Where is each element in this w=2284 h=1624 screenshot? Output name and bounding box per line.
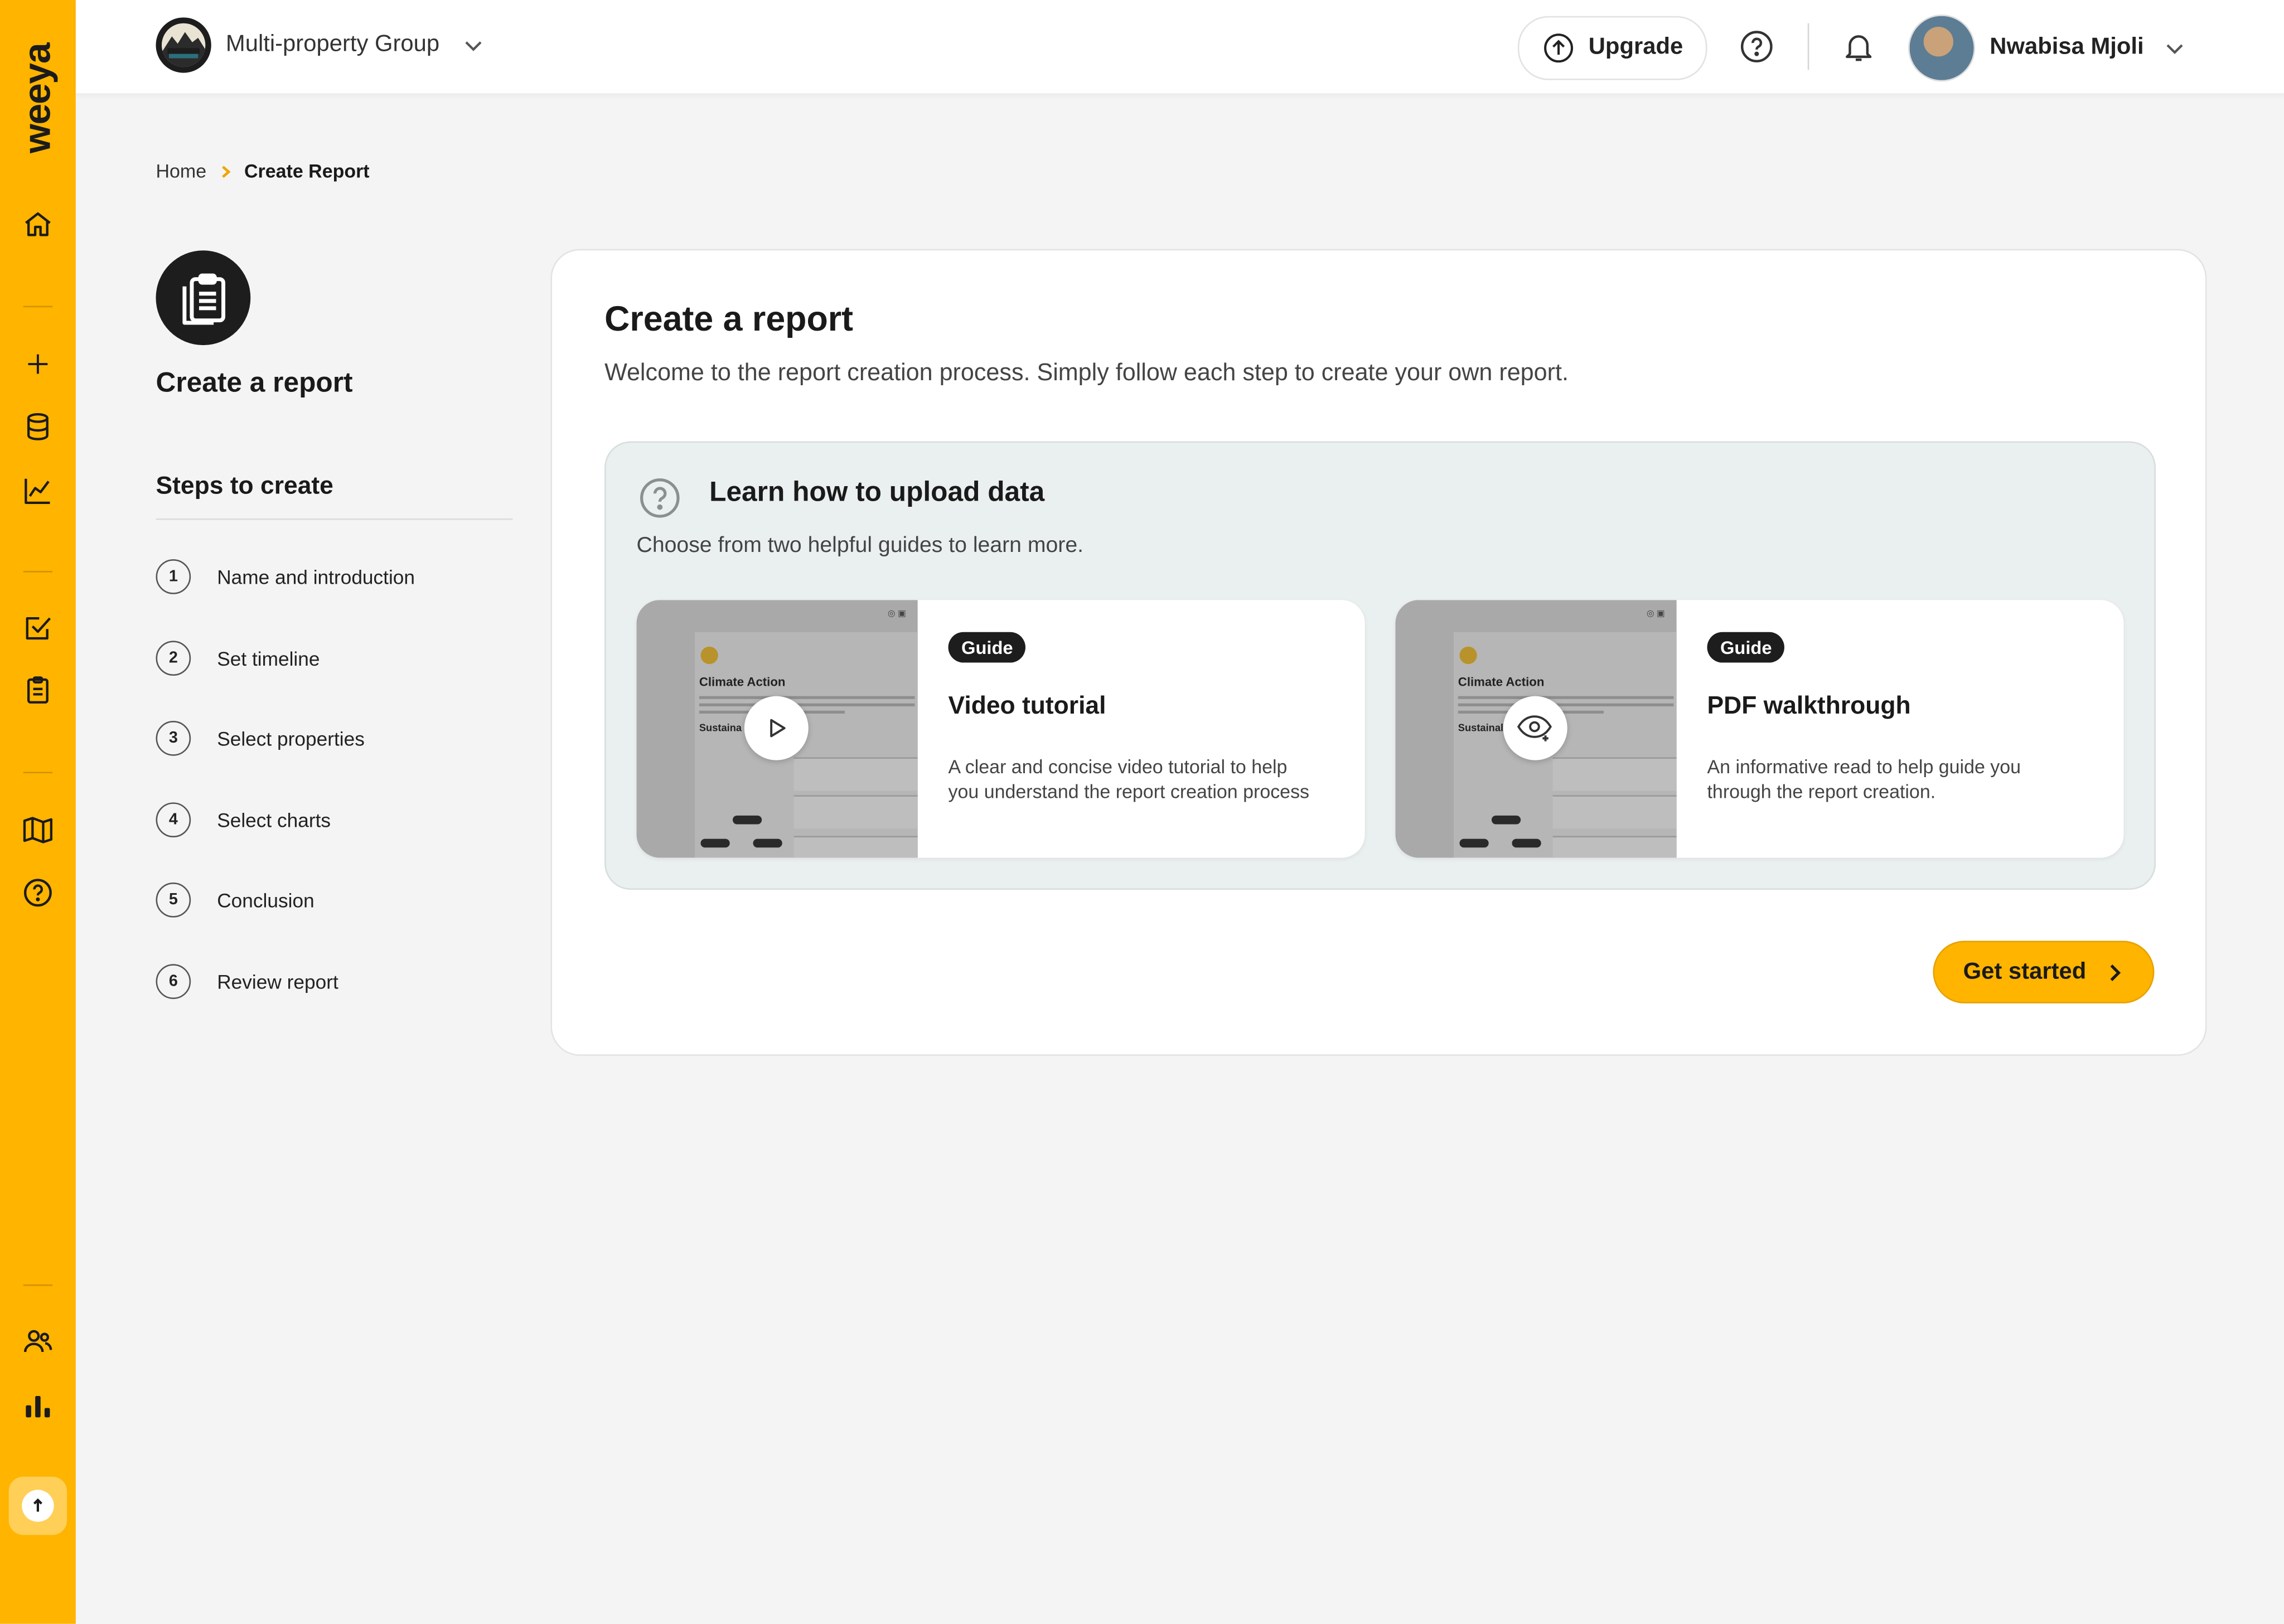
card-title: Create a report <box>604 300 854 340</box>
step-number: 5 <box>156 882 191 918</box>
learn-title: Learn how to upload data <box>709 477 1045 508</box>
card-subtitle: Welcome to the report creation process. … <box>604 360 1569 386</box>
guide-description: A clear and concise video tutorial to he… <box>948 755 1310 802</box>
book-icon[interactable] <box>19 811 57 849</box>
org-switcher[interactable]: Multi-property Group <box>156 17 483 73</box>
chevron-down-icon <box>2166 44 2183 54</box>
step-label: Set timeline <box>217 647 320 670</box>
guide-card-pdf[interactable]: ◎ ▣ Climate Action Sustainal Guide PDF w… <box>1395 600 2124 858</box>
guide-description: An informative read to help guide you th… <box>1707 755 2021 802</box>
steps-title: Steps to create <box>156 472 333 500</box>
org-name: Multi-property Group <box>225 32 440 57</box>
step-item[interactable]: 5 Conclusion <box>156 882 314 918</box>
chart-line-icon[interactable] <box>19 472 57 510</box>
chevron-right-icon <box>221 165 230 177</box>
help-icon[interactable] <box>19 874 57 912</box>
checklist-icon[interactable] <box>19 609 57 647</box>
thumb-heading: Climate Action <box>699 674 786 689</box>
learn-subtitle: Choose from two helpful guides to learn … <box>636 533 1084 558</box>
step-number: 2 <box>156 641 191 676</box>
guide-tag: Guide <box>1707 632 1785 663</box>
play-icon[interactable] <box>744 696 809 760</box>
thumb-subheading: Sustaina <box>699 724 742 734</box>
step-number: 1 <box>156 559 191 594</box>
sidebar: weeya <box>0 0 76 1624</box>
upgrade-label: Upgrade <box>1588 35 1683 60</box>
guide-card-video[interactable]: ◎ ▣ Climate Action Sustaina Guide Video … <box>636 600 1365 858</box>
database-icon[interactable] <box>19 408 57 445</box>
sidebar-divider <box>23 1284 53 1286</box>
step-number: 3 <box>156 721 191 756</box>
report-icon <box>156 250 251 346</box>
home-icon[interactable] <box>19 205 57 243</box>
chevron-down-icon <box>464 41 481 51</box>
users-icon[interactable] <box>19 1322 57 1360</box>
breadcrumb-current: Create Report <box>244 160 370 182</box>
get-started-label: Get started <box>1963 959 2087 984</box>
avatar <box>1908 14 1976 82</box>
step-label: Select properties <box>217 727 365 749</box>
step-item[interactable]: 4 Select charts <box>156 802 331 838</box>
step-item[interactable]: 3 Select properties <box>156 721 365 756</box>
breadcrumb-home[interactable]: Home <box>156 160 207 182</box>
step-label: Name and introduction <box>217 565 415 588</box>
bar-chart-icon[interactable] <box>19 1387 57 1424</box>
help-icon <box>640 478 680 518</box>
guide-title: Video tutorial <box>948 691 1106 720</box>
clipboard-icon[interactable] <box>19 671 57 709</box>
guide-title: PDF walkthrough <box>1707 691 1911 720</box>
create-report-card: Create a report Welcome to the report cr… <box>550 249 2207 1056</box>
step-label: Select charts <box>217 809 331 831</box>
guide-thumbnail: ◎ ▣ Climate Action Sustaina <box>636 600 918 858</box>
step-number: 4 <box>156 802 191 838</box>
sidebar-divider <box>23 306 53 308</box>
thumb-toolbar-icons: ◎ ▣ <box>1646 610 1665 619</box>
upgrade-icon <box>1543 33 1572 63</box>
user-name: Nwabisa Mjoli <box>1990 35 2144 60</box>
thumb-heading: Climate Action <box>1458 674 1545 689</box>
breadcrumb: Home Create Report <box>156 160 370 182</box>
brand-logo[interactable]: weeya <box>12 32 64 163</box>
sidebar-divider <box>23 570 53 573</box>
step-item[interactable]: 6 Review report <box>156 964 338 999</box>
bell-icon[interactable] <box>1841 29 1876 71</box>
user-menu[interactable]: Nwabisa Mjoli <box>1908 14 2185 82</box>
step-item[interactable]: 1 Name and introduction <box>156 559 415 594</box>
eye-icon[interactable] <box>1503 696 1567 760</box>
help-icon[interactable] <box>1739 29 1774 71</box>
org-logo <box>156 17 211 73</box>
get-started-button[interactable]: Get started <box>1933 941 2155 1004</box>
guide-thumbnail: ◎ ▣ Climate Action Sustainal <box>1395 600 1677 858</box>
step-item[interactable]: 2 Set timeline <box>156 641 320 676</box>
step-number: 6 <box>156 964 191 999</box>
sidebar-divider <box>23 772 53 774</box>
upgrade-button[interactable]: Upgrade <box>1517 16 1707 80</box>
topbar: Multi-property Group Upgrade Nwabisa Mjo… <box>75 0 2284 95</box>
topbar-divider <box>1807 23 1809 70</box>
steps-divider <box>156 518 513 520</box>
thumb-toolbar-icons: ◎ ▣ <box>887 610 906 619</box>
chevron-right-icon <box>2111 963 2121 981</box>
upload-icon <box>22 1490 54 1522</box>
thumb-subheading: Sustainal <box>1458 724 1504 734</box>
guide-tag: Guide <box>948 632 1027 663</box>
learn-section: Learn how to upload data Choose from two… <box>604 441 2156 890</box>
plus-icon[interactable] <box>19 345 57 383</box>
step-label: Conclusion <box>217 889 314 911</box>
upload-button[interactable] <box>8 1476 67 1535</box>
step-label: Review report <box>217 971 338 993</box>
brand-logo-text: weeya <box>15 42 59 153</box>
left-panel-title: Create a report <box>156 368 353 399</box>
